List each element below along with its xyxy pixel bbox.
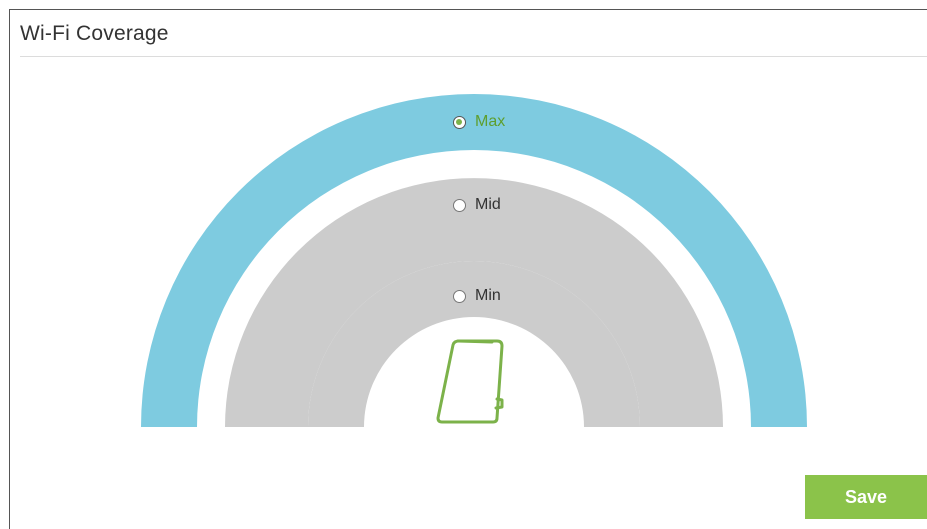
radio-min[interactable] bbox=[453, 289, 466, 303]
radio-max[interactable] bbox=[453, 115, 466, 129]
option-label-max: Max bbox=[475, 113, 506, 130]
option-label-mid: Mid bbox=[475, 196, 501, 213]
range-extender-icon bbox=[436, 339, 504, 424]
option-label-min: Min bbox=[475, 287, 501, 304]
coverage-option-min[interactable]: Min bbox=[453, 287, 501, 305]
save-button[interactable]: Save bbox=[805, 475, 927, 519]
radio-mid[interactable] bbox=[453, 198, 466, 212]
coverage-option-mid[interactable]: Mid bbox=[453, 196, 501, 214]
coverage-arcs bbox=[141, 94, 807, 427]
coverage-option-max[interactable]: Max bbox=[453, 113, 505, 131]
